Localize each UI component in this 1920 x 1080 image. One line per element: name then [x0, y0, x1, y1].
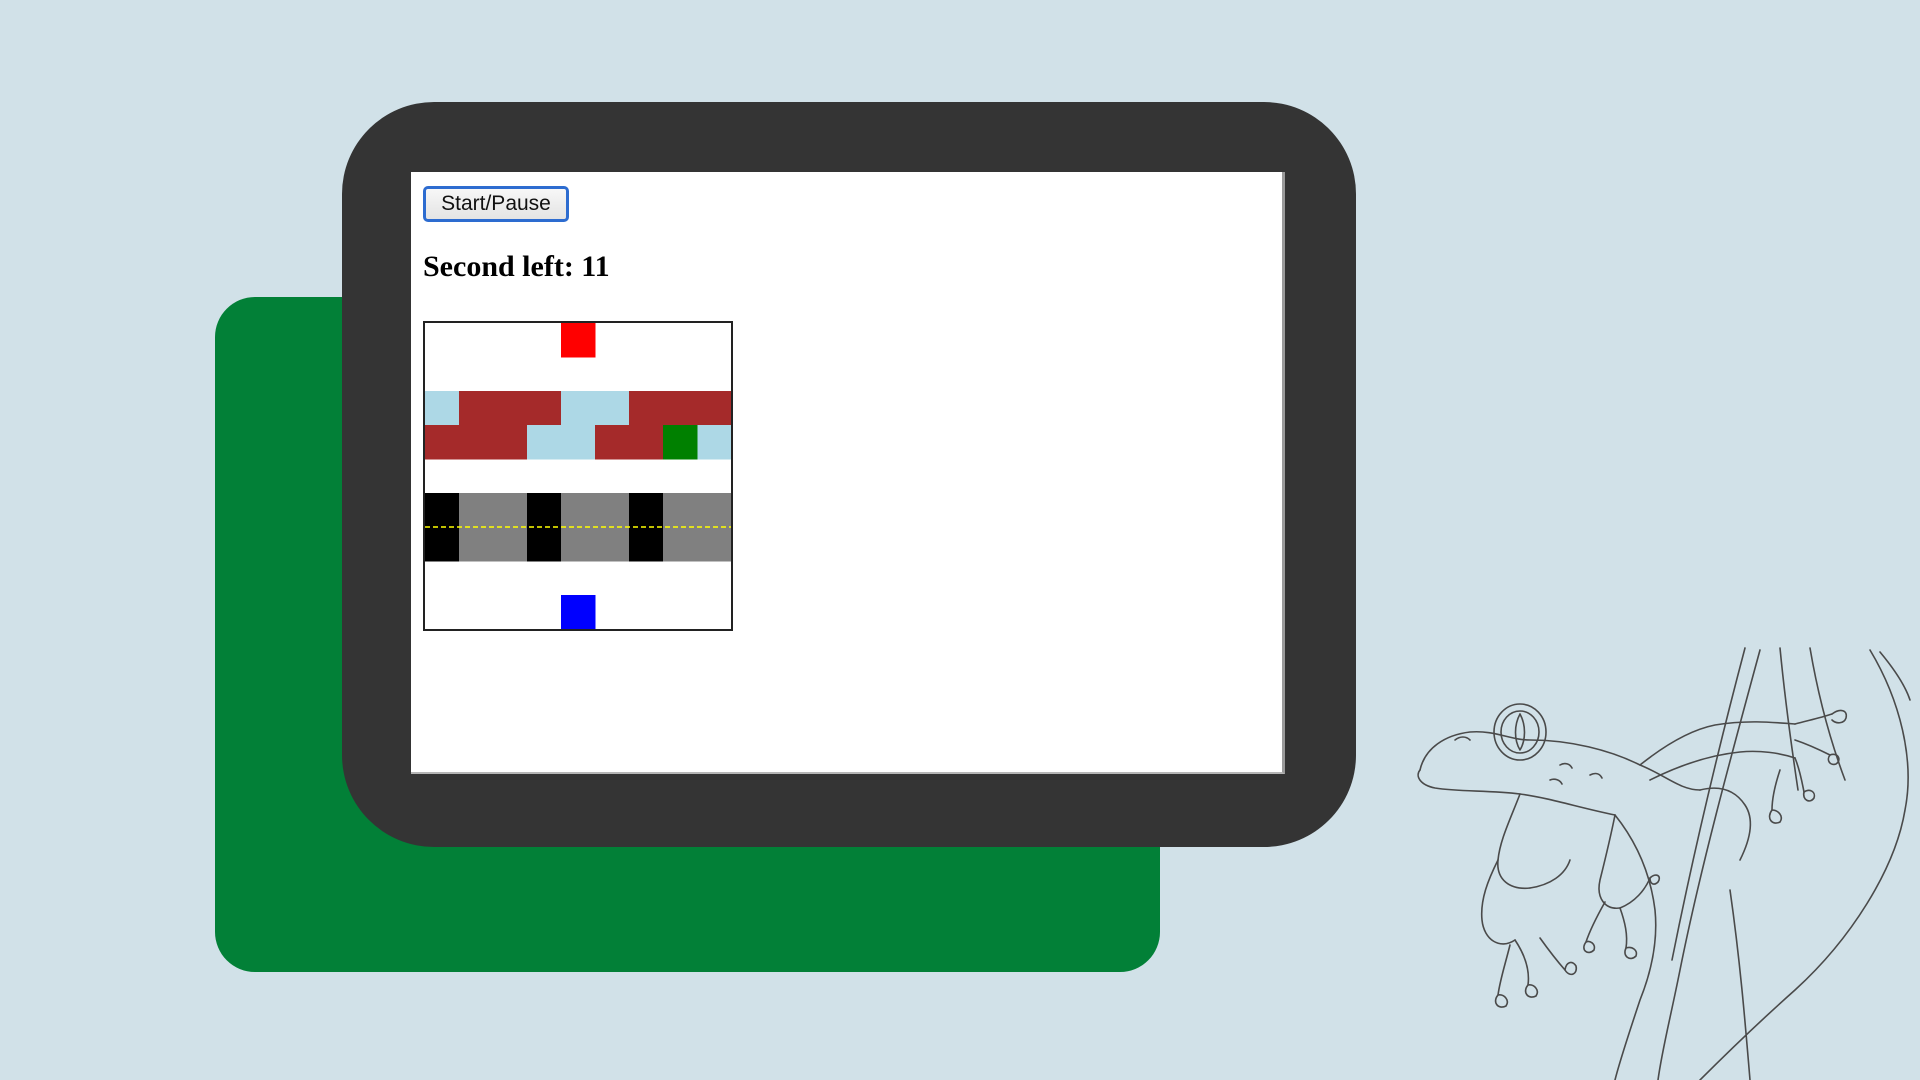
log-cell — [459, 425, 494, 460]
log-cell — [663, 391, 698, 426]
tree-frog-illustration — [1417, 647, 1911, 1080]
start-pause-button[interactable]: Start/Pause — [423, 186, 569, 222]
water-cell — [561, 391, 596, 426]
road-cell — [493, 493, 528, 528]
road-cell — [595, 493, 630, 528]
water-cell — [561, 425, 596, 460]
road-cell — [459, 527, 494, 562]
log-cell — [595, 425, 630, 460]
road-cell — [663, 527, 698, 562]
car-cell — [527, 493, 562, 528]
road-cell — [459, 493, 494, 528]
log-cell — [527, 391, 562, 426]
road-cell — [697, 527, 731, 562]
road-cell — [561, 493, 596, 528]
water-cell — [425, 391, 460, 426]
car-cell — [629, 527, 664, 562]
water-cell — [697, 425, 731, 460]
road-cell — [663, 493, 698, 528]
road-cell — [595, 527, 630, 562]
game-screen: Start/Pause Second left: 11 — [411, 172, 1285, 774]
game-board[interactable] — [423, 321, 733, 631]
water-cell — [595, 391, 630, 426]
log-cell — [629, 425, 664, 460]
car-cell — [527, 527, 562, 562]
log-cell — [697, 391, 731, 426]
log-cell — [459, 391, 494, 426]
car-cell — [425, 493, 460, 528]
water-cell — [527, 425, 562, 460]
seconds-left-label: Second left: 11 — [423, 250, 610, 283]
log-cell — [629, 391, 664, 426]
road-cell — [561, 527, 596, 562]
road-cell — [697, 493, 731, 528]
log-cell — [493, 425, 528, 460]
car-cell — [629, 493, 664, 528]
green-frog-square — [663, 425, 698, 460]
player-frog-square — [561, 595, 596, 629]
goal-square — [561, 323, 596, 358]
log-cell — [425, 425, 460, 460]
car-cell — [425, 527, 460, 562]
game-board-canvas — [425, 323, 731, 629]
log-cell — [493, 391, 528, 426]
road-cell — [493, 527, 528, 562]
